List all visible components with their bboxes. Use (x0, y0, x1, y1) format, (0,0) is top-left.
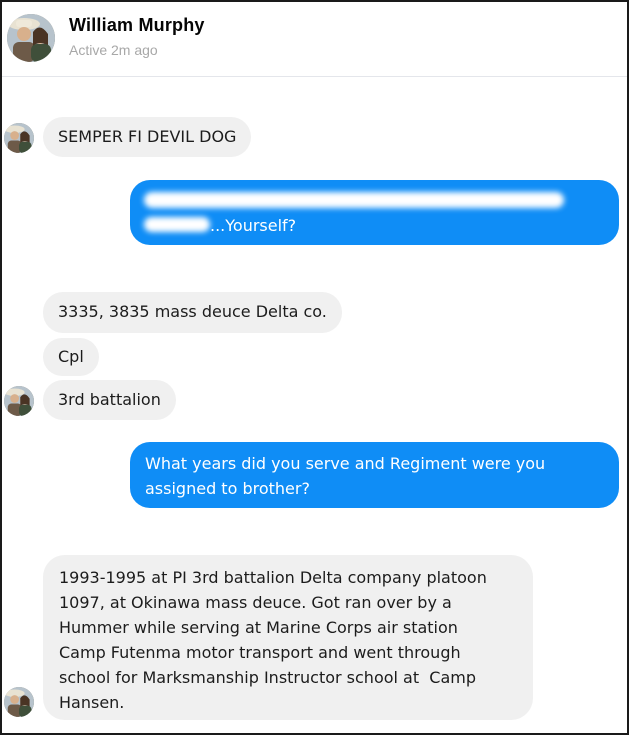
message-line: school for Marksmanship Instructor schoo… (59, 668, 477, 687)
incoming-message[interactable]: 1993-1995 at PI 3rd battalion Delta comp… (43, 555, 533, 720)
sender-avatar[interactable] (4, 687, 34, 717)
conversation-header: William Murphy Active 2m ago (2, 2, 627, 77)
sender-avatar[interactable] (4, 123, 34, 153)
message-text: 3335, 3835 mass deuce Delta co. (58, 302, 327, 321)
message-text: ...Yourself? (210, 216, 297, 235)
message-text: Cpl (58, 347, 84, 366)
message-line: Camp Futenma motor transport and went th… (59, 643, 461, 662)
contact-name[interactable]: William Murphy (69, 15, 205, 36)
message-line: Hansen. (59, 693, 125, 712)
redaction-mark (144, 192, 564, 208)
message-text: SEMPER FI DEVIL DOG (58, 127, 237, 146)
message-line: Hummer while serving at Marine Corps air… (59, 618, 458, 637)
chat-window: William Murphy Active 2m ago SEMPER FI D… (0, 0, 629, 735)
message-line: 1993-1995 at PI 3rd battalion Delta comp… (59, 568, 487, 587)
message-text: 3rd battalion (58, 390, 161, 409)
message-line: What years did you serve and Regiment we… (145, 454, 546, 473)
sender-avatar[interactable] (4, 386, 34, 416)
incoming-message[interactable]: 3rd battalion (43, 380, 176, 420)
incoming-message[interactable]: Cpl (43, 338, 99, 376)
outgoing-message[interactable]: ...Yourself? (130, 180, 619, 245)
contact-avatar[interactable] (7, 14, 55, 62)
incoming-message[interactable]: 3335, 3835 mass deuce Delta co. (43, 292, 342, 333)
redaction-mark (144, 217, 210, 232)
incoming-message[interactable]: SEMPER FI DEVIL DOG (43, 117, 252, 157)
message-line: assigned to brother? (145, 479, 310, 498)
outgoing-message[interactable]: What years did you serve and Regiment we… (130, 442, 619, 508)
contact-active-status: Active 2m ago (69, 42, 158, 58)
message-line: 1097, at Okinawa mass deuce. Got ran ove… (59, 593, 452, 612)
